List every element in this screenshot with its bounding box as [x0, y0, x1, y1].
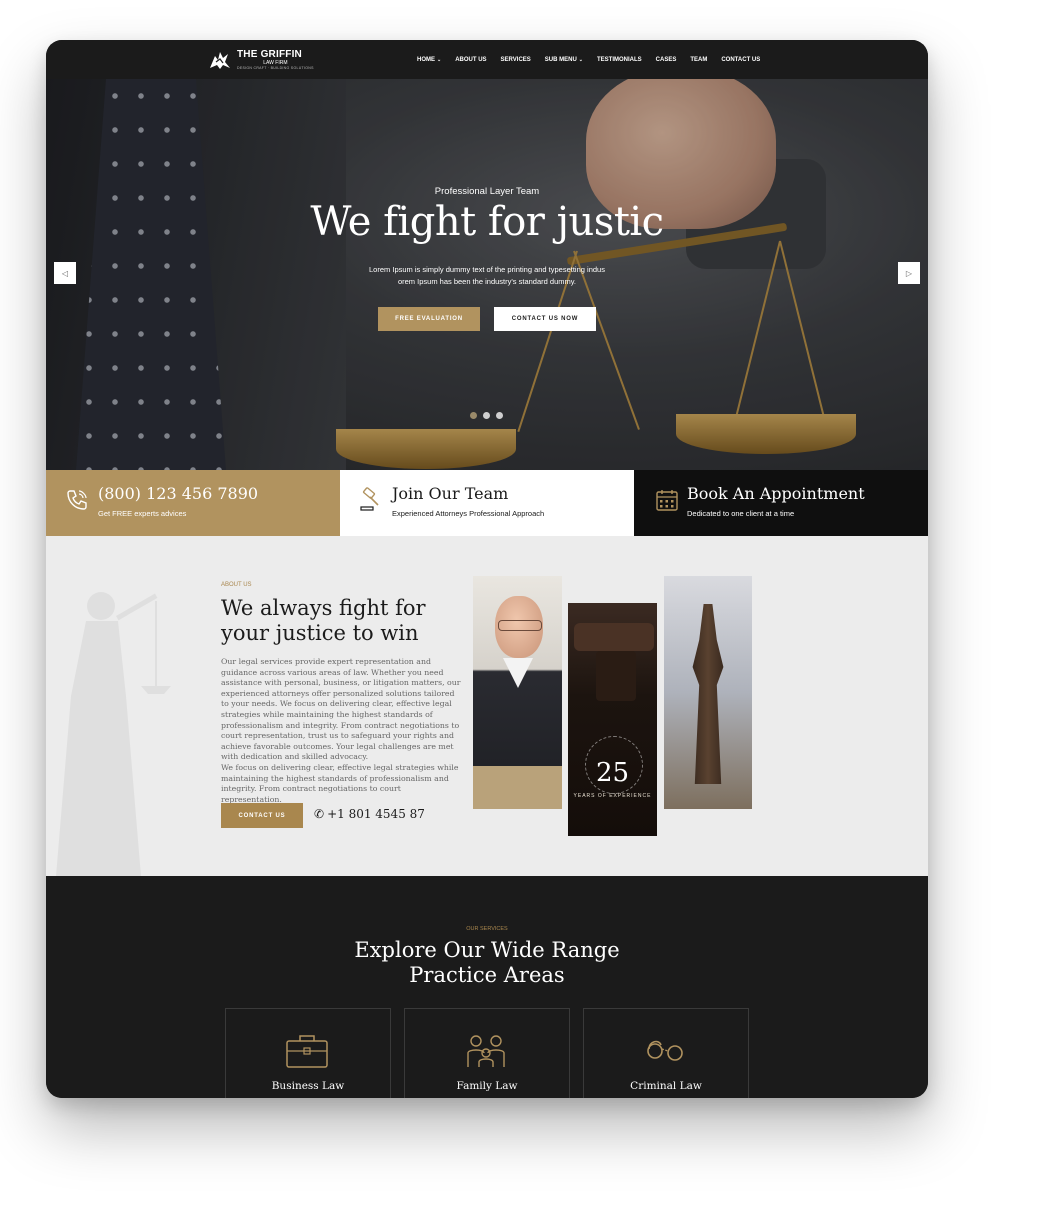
nav-item-cases[interactable]: CASES	[656, 57, 677, 63]
about-title: We always fight for your justice to win	[221, 596, 481, 646]
services-section: OUR SERVICES Explore Our Wide Range Prac…	[46, 876, 928, 1098]
slider-dot[interactable]	[496, 412, 503, 419]
brand-subtitle: LAW FIRM	[263, 59, 288, 66]
service-card-label: Family Law	[456, 1080, 518, 1092]
brand-tagline: DESIGN CRAFT · BUILDING SOLUTIONS	[237, 65, 314, 70]
brand-logo[interactable]: THE GRIFFIN LAW FIRM DESIGN CRAFT · BUIL…	[208, 47, 314, 73]
gavel-icon	[360, 487, 379, 511]
briefcase-icon	[286, 1035, 328, 1068]
griffin-logo-icon	[210, 52, 230, 69]
hero-eyebrow: Professional Layer Team	[434, 186, 540, 197]
about-phone-number: +1 801 4545 87	[327, 807, 425, 821]
nav-item-team[interactable]: TEAM	[690, 57, 707, 63]
about-phone[interactable]: ✆ +1 801 4545 87	[314, 807, 425, 821]
free-evaluation-button[interactable]: FREE EVALUATION	[378, 307, 480, 331]
contact-us-now-button[interactable]: CONTACT US NOW	[494, 307, 596, 331]
nav-item-contact-us[interactable]: CONTACT US	[721, 57, 760, 63]
browser-frame: THE GRIFFIN LAW FIRM DESIGN CRAFT · BUIL…	[46, 40, 928, 1098]
phone-icon: ✆	[314, 807, 325, 821]
slider-dot[interactable]	[483, 412, 490, 419]
appointment-callout[interactable]: Book An Appointment Dedicated to one cli…	[634, 470, 928, 536]
statue-photo	[664, 576, 752, 809]
chevron-right-icon: ▷	[905, 268, 913, 278]
service-card-label: Criminal Law	[630, 1080, 702, 1092]
years-number: 25	[595, 758, 630, 788]
services-title-line: Explore Our Wide Range	[354, 938, 620, 962]
chevron-down-icon: ⌄	[578, 56, 583, 63]
calendar-icon	[656, 490, 678, 511]
main-menu: HOME ⌄ ABOUT US SERVICES SUB MENU ⌄ TESTIM…	[417, 40, 774, 79]
family-icon	[467, 1035, 505, 1067]
appointment-subtext: Dedicated to one client at a time	[687, 509, 795, 518]
about-paragraph: We focus on delivering clear, effective …	[221, 763, 459, 804]
services-eyebrow: OUR SERVICES	[466, 926, 508, 932]
join-team-subtext: Experienced Attorneys Professional Appro…	[392, 509, 545, 518]
attorney-photo	[473, 576, 562, 809]
about-section: ABOUT US We always fight for your justic…	[46, 536, 928, 876]
chevron-left-icon: ◁	[61, 268, 69, 278]
phone-callout[interactable]: (800) 123 456 7890 Get FREE experts advi…	[46, 470, 340, 536]
slider-next-button[interactable]: ▷	[898, 262, 920, 284]
about-paragraph: Our legal services provide expert repres…	[221, 657, 461, 762]
phone-subtext: Get FREE experts advices	[98, 509, 187, 518]
service-card-label: Business Law	[271, 1080, 345, 1092]
about-title-line: We always fight for	[221, 596, 426, 620]
about-title-line: your justice to win	[221, 621, 419, 645]
info-strip: (800) 123 456 7890 Get FREE experts advi…	[46, 470, 928, 536]
appointment-title: Book An Appointment	[687, 484, 865, 503]
years-text: YEARS OF EXPERIENCE	[573, 793, 652, 799]
about-contact-button[interactable]: CONTACT US	[221, 803, 303, 828]
nav-item-services[interactable]: SERVICES	[501, 57, 531, 63]
nav-item-home[interactable]: HOME ⌄	[417, 57, 441, 63]
chevron-down-icon: ⌄	[437, 56, 442, 63]
service-card-family-law[interactable]: Family Law	[404, 1008, 570, 1098]
service-card-business-law[interactable]: Business Law	[225, 1008, 391, 1098]
join-team-title: Join Our Team	[392, 484, 509, 503]
phone-icon	[67, 490, 87, 510]
hero-desc-line: Lorem Ipsum is simply dummy text of the …	[369, 265, 605, 274]
hero-title: We fight for justic	[310, 199, 664, 245]
hero-desc-line: orem Ipsum has been the industry's stand…	[397, 277, 577, 286]
lady-justice-watermark-icon	[56, 592, 171, 876]
slider-dot[interactable]	[470, 412, 477, 419]
slider-dots	[470, 412, 503, 419]
nav-item-testimonials[interactable]: TESTIMONIALS	[597, 57, 642, 63]
phone-number: (800) 123 456 7890	[98, 484, 259, 503]
handcuffs-icon	[647, 1040, 683, 1061]
experience-photo: 25 YEARS OF EXPERIENCE	[568, 603, 657, 836]
top-navbar: THE GRIFFIN LAW FIRM DESIGN CRAFT · BUIL…	[46, 40, 928, 79]
brand-title: THE GRIFFIN	[237, 48, 302, 60]
hero-description: Lorem Ipsum is simply dummy text of the …	[337, 264, 637, 288]
about-eyebrow: ABOUT US	[221, 582, 252, 588]
services-title-line: Practice Areas	[409, 963, 565, 987]
join-team-callout[interactable]: Join Our Team Experienced Attorneys Prof…	[340, 470, 634, 536]
nav-item-sub-menu[interactable]: SUB MENU ⌄	[545, 57, 583, 63]
hero-slider: Professional Layer Team We fight for jus…	[46, 79, 928, 470]
service-card-criminal-law[interactable]: Criminal Law	[583, 1008, 749, 1098]
services-title: Explore Our Wide Range Practice Areas	[46, 938, 928, 988]
nav-item-about-us[interactable]: ABOUT US	[455, 57, 486, 63]
slider-prev-button[interactable]: ◁	[54, 262, 76, 284]
